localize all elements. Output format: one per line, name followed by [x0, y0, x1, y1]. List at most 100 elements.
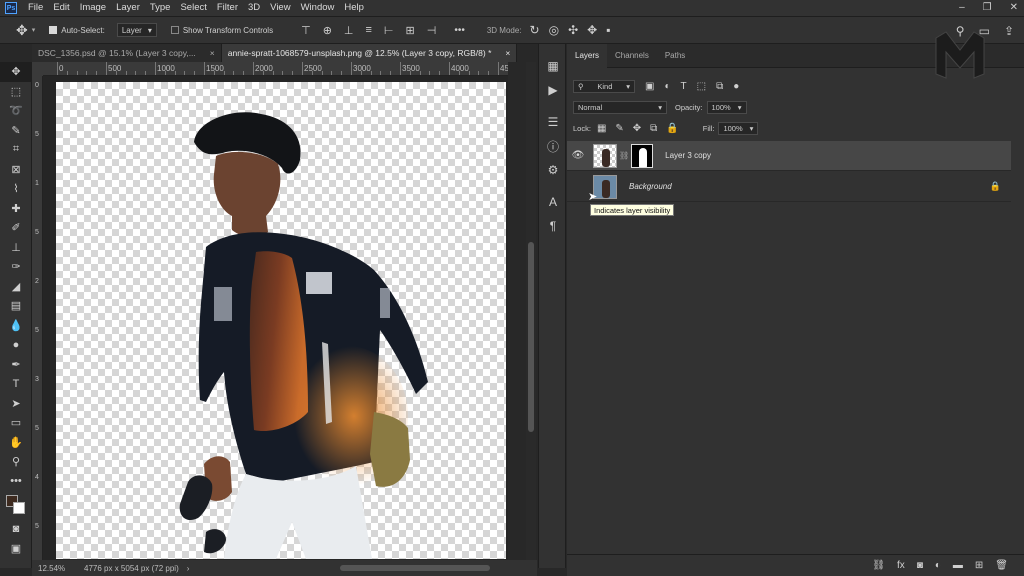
screen-mode-icon[interactable]: ▣ — [0, 539, 32, 559]
dodge-tool-icon[interactable]: ● — [0, 335, 32, 355]
canvas-workspace[interactable] — [43, 76, 508, 560]
lock-position-icon[interactable]: ✥ — [633, 123, 641, 134]
document-canvas[interactable] — [56, 82, 506, 559]
align-hcenter-icon[interactable]: ⊞ — [406, 24, 415, 37]
filter-kind-dropdown[interactable]: ⚲ Kind ▾ — [573, 80, 635, 93]
lock-icon[interactable]: 🔒 — [990, 181, 1001, 192]
filter-type-icon[interactable]: T — [681, 81, 687, 92]
paragraph-panel-icon[interactable]: ¶ — [539, 214, 567, 238]
align-bottom-icon[interactable]: ⊥ — [344, 24, 354, 37]
tab-paths[interactable]: Paths — [657, 44, 693, 68]
healing-brush-tool-icon[interactable]: ✚ — [0, 199, 32, 219]
auto-select-checkbox[interactable] — [49, 26, 58, 34]
type-tool-icon[interactable]: T — [0, 374, 32, 394]
auto-select-dropdown[interactable]: Layer ▾ — [116, 23, 157, 37]
background-color-swatch[interactable] — [13, 502, 25, 514]
character-panel-icon[interactable]: A — [539, 190, 567, 214]
menu-window[interactable]: Window — [296, 0, 340, 16]
share-icon[interactable]: ⇪ — [1004, 24, 1014, 38]
opacity-input[interactable]: 100% ▾ — [706, 101, 747, 114]
restore-button[interactable]: ❐ — [983, 0, 992, 16]
3d-roll-icon[interactable]: ◎ — [549, 23, 559, 37]
zoom-tool-icon[interactable]: ⚲ — [0, 452, 32, 472]
new-group-icon[interactable]: ▬ — [953, 560, 963, 571]
menu-edit[interactable]: Edit — [48, 0, 74, 16]
distribute-icon[interactable]: ≡ — [366, 24, 372, 37]
tab-channels[interactable]: Channels — [607, 44, 657, 68]
vertical-scroll-thumb[interactable] — [528, 242, 534, 432]
lock-all-icon[interactable]: 🔒 — [666, 123, 678, 134]
move-tool-icon[interactable]: ✥ — [0, 62, 32, 82]
edit-toolbar-icon[interactable]: ••• — [0, 472, 32, 492]
add-mask-icon[interactable]: ◙ — [917, 560, 923, 571]
align-right-icon[interactable]: ⊣ — [427, 24, 437, 37]
auto-select-option[interactable]: Auto-Select: — [49, 26, 105, 35]
history-brush-tool-icon[interactable]: ✑ — [0, 257, 32, 277]
trash-icon[interactable]: 🗑 — [995, 560, 1008, 571]
quick-mask-icon[interactable]: ◙ — [0, 519, 32, 539]
link-layers-icon[interactable]: ⛓ — [872, 560, 885, 571]
layer-name[interactable]: Layer 3 copy — [665, 151, 711, 160]
horizontal-scroll-thumb[interactable] — [340, 565, 490, 571]
lock-transparent-icon[interactable]: ▦ — [597, 123, 606, 134]
rectangle-tool-icon[interactable]: ▭ — [0, 413, 32, 433]
brush-tool-icon[interactable]: ✐ — [0, 218, 32, 238]
filter-pixel-icon[interactable]: ▣ — [645, 81, 654, 92]
filter-toggle-icon[interactable]: ● — [733, 81, 739, 92]
marquee-tool-icon[interactable]: ⬚ — [0, 82, 32, 102]
eye-icon[interactable]: 👁 — [567, 150, 589, 161]
menu-help[interactable]: Help — [339, 0, 369, 16]
menu-type[interactable]: Type — [145, 0, 176, 16]
history-panel-icon[interactable]: ▦ — [539, 54, 567, 78]
menu-filter[interactable]: Filter — [212, 0, 243, 16]
align-left-icon[interactable]: ⊢ — [384, 24, 394, 37]
close-window-button[interactable]: ✕ — [1010, 0, 1018, 16]
info-panel-icon[interactable]: ⓘ — [539, 134, 567, 158]
lasso-tool-icon[interactable]: ➰ — [0, 101, 32, 121]
clone-stamp-tool-icon[interactable]: ⊥ — [0, 238, 32, 258]
hand-tool-icon[interactable]: ✋ — [0, 433, 32, 453]
3d-orbit-icon[interactable]: ↻ — [530, 23, 540, 37]
align-vcenter-icon[interactable]: ⊕ — [323, 24, 332, 37]
properties-panel-icon[interactable]: ⚙ — [539, 158, 567, 182]
path-selection-tool-icon[interactable]: ➤ — [0, 394, 32, 414]
show-transform-checkbox[interactable] — [170, 26, 179, 34]
zoom-level-field[interactable]: 12.54% — [38, 564, 78, 573]
fx-icon[interactable]: fx — [897, 560, 905, 571]
new-layer-icon[interactable]: ⊞ — [975, 560, 983, 571]
vertical-scrollbar[interactable] — [526, 62, 536, 560]
layer-row-layer-3-copy[interactable]: 👁 ⛓ Layer 3 copy — [567, 141, 1011, 171]
lock-artboard-icon[interactable]: ⧉ — [650, 123, 657, 134]
crop-tool-icon[interactable]: ⌗ — [0, 140, 32, 160]
ruler-origin[interactable] — [32, 62, 43, 76]
blur-tool-icon[interactable]: 💧 — [0, 316, 32, 336]
minimize-button[interactable]: – — [959, 0, 965, 16]
adjustments-panel-icon[interactable]: ☰ — [539, 110, 567, 134]
menu-select[interactable]: Select — [175, 0, 211, 16]
menu-image[interactable]: Image — [75, 0, 111, 16]
3d-scale-icon[interactable]: ▪ — [606, 23, 610, 37]
blend-mode-dropdown[interactable]: Normal ▾ — [573, 101, 667, 114]
show-transform-option[interactable]: Show Transform Controls — [170, 26, 273, 35]
adjustment-layer-icon[interactable]: ◐ — [935, 560, 941, 571]
layer-mask-thumbnail[interactable] — [631, 143, 654, 168]
layer-row-background[interactable]: Background 🔒 — [567, 172, 1011, 202]
quick-select-tool-icon[interactable]: ✎ — [0, 121, 32, 141]
eraser-tool-icon[interactable]: ◢ — [0, 277, 32, 297]
layer-name[interactable]: Background — [629, 182, 672, 191]
tab-annie-spratt[interactable]: annie-spratt-1068579-unsplash.png @ 12.5… — [221, 44, 518, 62]
actions-panel-icon[interactable]: ▶ — [539, 78, 567, 102]
close-tab-icon[interactable]: × — [505, 44, 510, 62]
menu-file[interactable]: File — [23, 0, 48, 16]
3d-pan-icon[interactable]: ✣ — [568, 23, 578, 37]
gradient-tool-icon[interactable]: ▤ — [0, 296, 32, 316]
filter-shape-icon[interactable]: ⬚ — [697, 81, 706, 92]
lock-image-icon[interactable]: ✎ — [615, 123, 623, 134]
tab-layers[interactable]: Layers — [567, 43, 608, 68]
link-mask-icon[interactable]: ⛓ — [619, 151, 629, 160]
document-info[interactable]: 4776 px x 5054 px (72 ppi) — [84, 564, 179, 573]
align-top-icon[interactable]: ⊤ — [301, 24, 311, 37]
menu-3d[interactable]: 3D — [243, 0, 265, 16]
3d-slide-icon[interactable]: ✥ — [587, 23, 597, 37]
fill-input[interactable]: 100% ▾ — [718, 122, 759, 135]
